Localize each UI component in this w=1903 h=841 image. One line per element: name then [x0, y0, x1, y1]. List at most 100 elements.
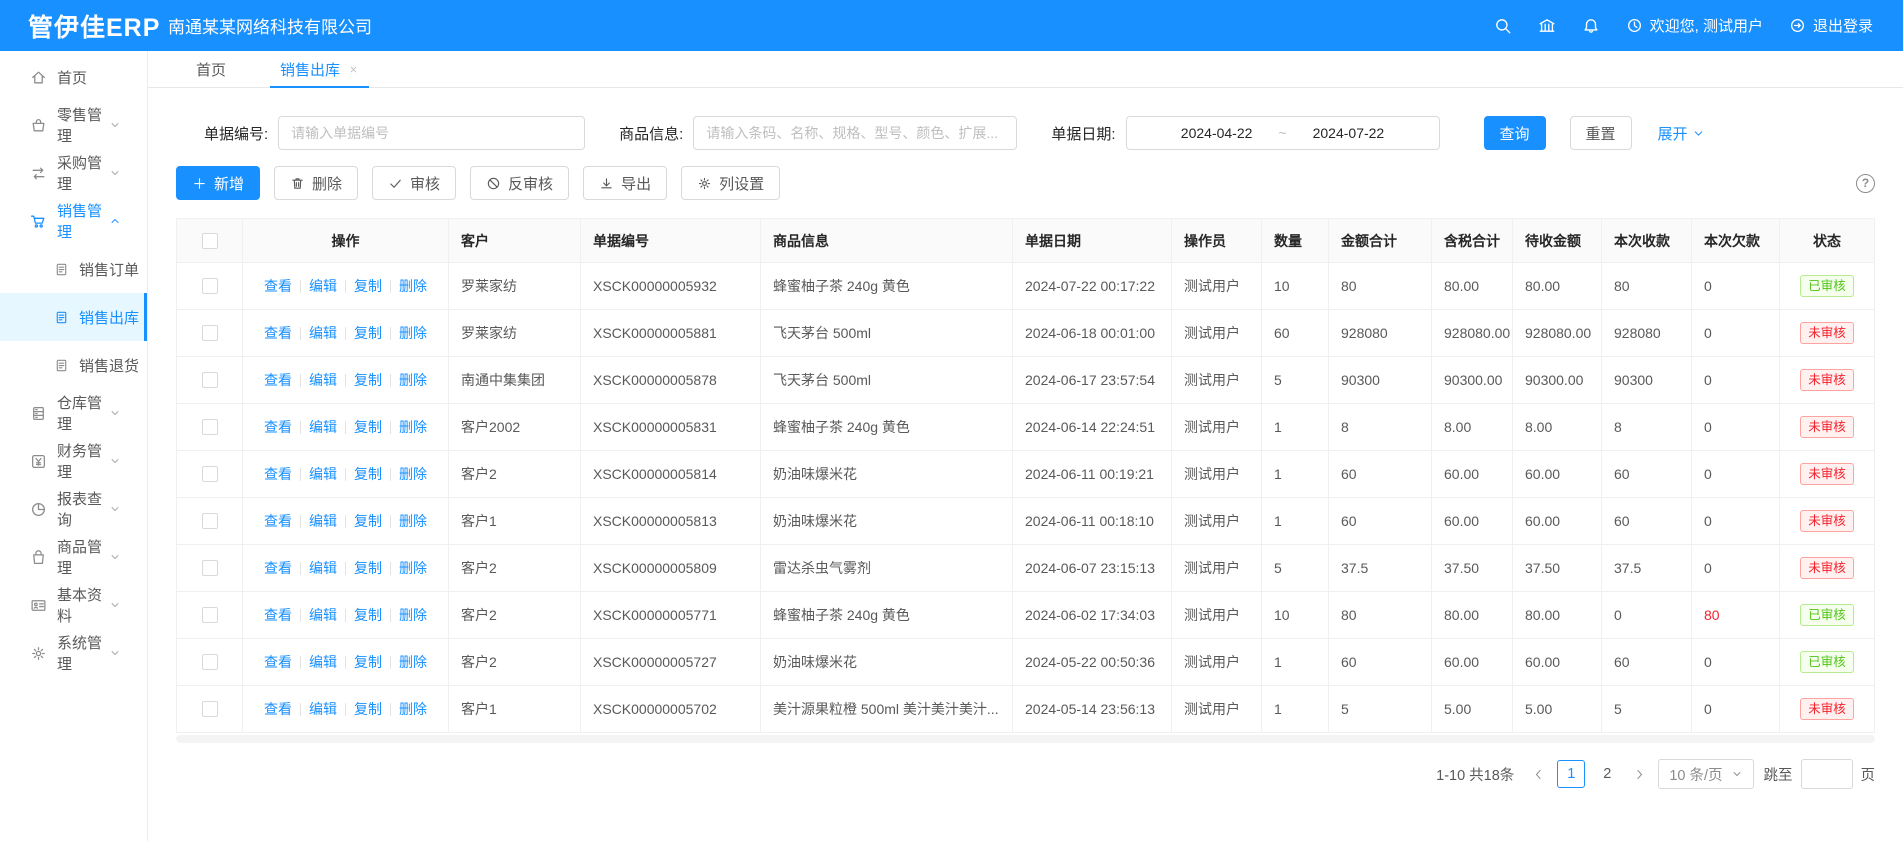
- 查看-link[interactable]: 查看: [264, 511, 292, 531]
- prev-page-button[interactable]: [1530, 768, 1547, 781]
- tab-首页[interactable]: 首页: [178, 51, 244, 87]
- 查看-link[interactable]: 查看: [264, 558, 292, 578]
- cell-status: 未审核: [1780, 545, 1875, 591]
- logout-button[interactable]: 退出登录: [1789, 15, 1873, 36]
- sidebar-item-销售管理[interactable]: 销售管理: [0, 197, 147, 245]
- help-icon[interactable]: ?: [1856, 174, 1875, 193]
- sidebar-item-采购管理[interactable]: 采购管理: [0, 149, 147, 197]
- next-page-button[interactable]: [1631, 768, 1648, 781]
- 删除-link[interactable]: 删除: [399, 558, 427, 578]
- sidebar-item-财务管理[interactable]: 财务管理: [0, 437, 147, 485]
- 编辑-link[interactable]: 编辑: [309, 558, 337, 578]
- 查看-link[interactable]: 查看: [264, 276, 292, 296]
- 删除-link[interactable]: 删除: [399, 652, 427, 672]
- row-checkbox[interactable]: [202, 325, 218, 341]
- 列设置-button[interactable]: 列设置: [681, 166, 780, 200]
- 查看-link[interactable]: 查看: [264, 652, 292, 672]
- row-checkbox[interactable]: [202, 419, 218, 435]
- sidebar-subitem-销售退货[interactable]: 销售退货: [0, 341, 147, 389]
- 删除-link[interactable]: 删除: [399, 464, 427, 484]
- 删除-button[interactable]: 删除: [274, 166, 358, 200]
- 删除-link[interactable]: 删除: [399, 699, 427, 719]
- 复制-link[interactable]: 复制: [354, 464, 382, 484]
- 复制-link[interactable]: 复制: [354, 323, 382, 343]
- 新增-button[interactable]: 新增: [176, 166, 260, 200]
- reset-button[interactable]: 重置: [1570, 116, 1632, 150]
- 查看-link[interactable]: 查看: [264, 323, 292, 343]
- 复制-link[interactable]: 复制: [354, 605, 382, 625]
- date-range-picker[interactable]: 2024-04-22 ~ 2024-07-22: [1126, 116, 1440, 150]
- 复制-link[interactable]: 复制: [354, 370, 382, 390]
- 删除-link[interactable]: 删除: [399, 323, 427, 343]
- product-info-input[interactable]: [693, 116, 1017, 150]
- 复制-link[interactable]: 复制: [354, 652, 382, 672]
- cell-tax_total: 5.00: [1432, 686, 1513, 732]
- expand-toggle[interactable]: 展开: [1658, 123, 1705, 144]
- 删除-link[interactable]: 删除: [399, 370, 427, 390]
- 复制-link[interactable]: 复制: [354, 699, 382, 719]
- 编辑-link[interactable]: 编辑: [309, 464, 337, 484]
- 编辑-link[interactable]: 编辑: [309, 370, 337, 390]
- 导出-button[interactable]: 导出: [583, 166, 667, 200]
- 查看-link[interactable]: 查看: [264, 464, 292, 484]
- row-checkbox[interactable]: [202, 560, 218, 576]
- horizontal-scrollbar[interactable]: [176, 735, 1875, 743]
- welcome-user[interactable]: 欢迎您, 测试用户: [1626, 15, 1763, 36]
- 查看-link[interactable]: 查看: [264, 699, 292, 719]
- cell-value: XSCK00000005881: [593, 325, 717, 341]
- 复制-link[interactable]: 复制: [354, 276, 382, 296]
- 复制-link[interactable]: 复制: [354, 417, 382, 437]
- 编辑-link[interactable]: 编辑: [309, 417, 337, 437]
- cell-date: 2024-06-17 23:57:54: [1013, 357, 1172, 403]
- bank-icon[interactable]: [1538, 17, 1556, 35]
- action-separator: [390, 703, 391, 716]
- sidebar-subitem-销售出库[interactable]: 销售出库: [0, 293, 147, 341]
- row-select-cell: [176, 263, 243, 309]
- 复制-link[interactable]: 复制: [354, 558, 382, 578]
- search-icon[interactable]: [1494, 17, 1512, 35]
- row-checkbox[interactable]: [202, 372, 218, 388]
- date-from[interactable]: 2024-04-22: [1181, 125, 1253, 141]
- bell-icon[interactable]: [1582, 17, 1600, 35]
- 查看-link[interactable]: 查看: [264, 605, 292, 625]
- sidebar-item-报表查询[interactable]: 报表查询: [0, 485, 147, 533]
- row-checkbox[interactable]: [202, 654, 218, 670]
- tab-销售出库[interactable]: 销售出库: [262, 51, 377, 87]
- row-checkbox[interactable]: [202, 701, 218, 717]
- 编辑-link[interactable]: 编辑: [309, 511, 337, 531]
- 编辑-link[interactable]: 编辑: [309, 652, 337, 672]
- 编辑-link[interactable]: 编辑: [309, 699, 337, 719]
- 审核-button[interactable]: 审核: [372, 166, 456, 200]
- row-checkbox[interactable]: [202, 513, 218, 529]
- 删除-link[interactable]: 删除: [399, 276, 427, 296]
- jump-input[interactable]: [1801, 759, 1853, 789]
- page-number-1[interactable]: 1: [1557, 760, 1585, 788]
- 编辑-link[interactable]: 编辑: [309, 605, 337, 625]
- 编辑-link[interactable]: 编辑: [309, 323, 337, 343]
- sidebar-item-首页[interactable]: 首页: [0, 53, 147, 101]
- 删除-link[interactable]: 删除: [399, 417, 427, 437]
- page-size-select[interactable]: 10 条/页: [1658, 759, 1753, 789]
- 复制-link[interactable]: 复制: [354, 511, 382, 531]
- row-checkbox[interactable]: [202, 278, 218, 294]
- search-button[interactable]: 查询: [1484, 116, 1546, 150]
- sidebar-item-仓库管理[interactable]: 仓库管理: [0, 389, 147, 437]
- sidebar-subitem-销售订单[interactable]: 销售订单: [0, 245, 147, 293]
- bill-no-input[interactable]: [278, 116, 585, 150]
- 删除-link[interactable]: 删除: [399, 605, 427, 625]
- close-icon[interactable]: [348, 64, 359, 75]
- 编辑-link[interactable]: 编辑: [309, 276, 337, 296]
- page-number-2[interactable]: 2: [1593, 760, 1621, 788]
- 删除-link[interactable]: 删除: [399, 511, 427, 531]
- sidebar-item-零售管理[interactable]: 零售管理: [0, 101, 147, 149]
- 查看-link[interactable]: 查看: [264, 370, 292, 390]
- 查看-link[interactable]: 查看: [264, 417, 292, 437]
- row-checkbox[interactable]: [202, 466, 218, 482]
- select-all-checkbox[interactable]: [202, 233, 218, 249]
- row-checkbox[interactable]: [202, 607, 218, 623]
- sidebar-item-系统管理[interactable]: 系统管理: [0, 629, 147, 677]
- date-to[interactable]: 2024-07-22: [1313, 125, 1385, 141]
- sidebar-item-商品管理[interactable]: 商品管理: [0, 533, 147, 581]
- 反审核-button[interactable]: 反审核: [470, 166, 569, 200]
- sidebar-item-基本资料[interactable]: 基本资料: [0, 581, 147, 629]
